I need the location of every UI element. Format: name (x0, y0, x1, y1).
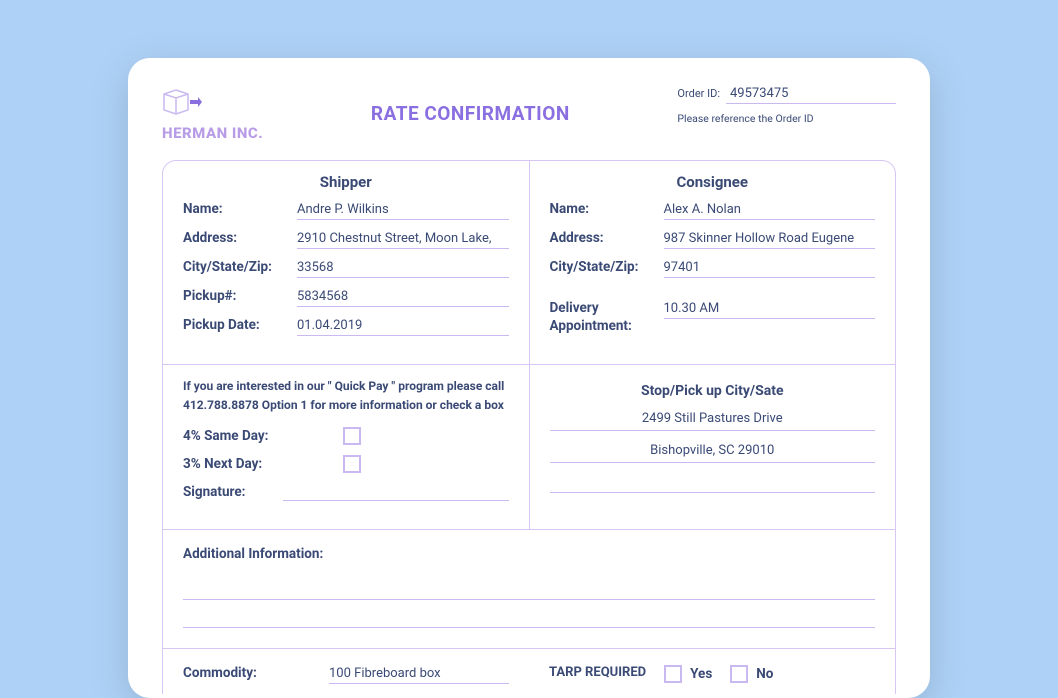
tarp-no-label: No (756, 666, 773, 682)
quickpay-section: If you are interested in our " Quick Pay… (163, 365, 530, 529)
company-name: HERMAN INC. (162, 124, 263, 142)
additional-info-label: Additional Information: (183, 546, 875, 562)
tarp-section: TARP REQUIRED Yes No (529, 649, 895, 694)
consignee-address-label: Address: (550, 230, 658, 246)
consignee-section: Consignee Name: Alex A. Nolan Address: 9… (530, 161, 896, 364)
consignee-name-label: Name: (550, 201, 658, 217)
commodity-section: Commodity: 100 Fibreboard box (163, 649, 529, 694)
signature-label: Signature: (183, 484, 283, 500)
commodity-label: Commodity: (183, 665, 323, 681)
order-id-label: Order ID: (677, 87, 720, 100)
consignee-delivery-value: 10.30 AM (664, 301, 876, 319)
stop-line-1: 2499 Still Pastures Drive (550, 411, 876, 431)
shipper-section: Shipper Name: Andre P. Wilkins Address: … (163, 161, 530, 364)
box-arrow-icon (162, 86, 202, 120)
order-id-value: 49573475 (726, 86, 896, 104)
shipper-address-value: 2910 Chestnut Street, Moon Lake, (297, 231, 509, 249)
tarp-no-checkbox[interactable] (730, 665, 748, 683)
quickpay-text: If you are interested in our " Quick Pay… (183, 377, 509, 415)
shipper-csz-label: City/State/Zip: (183, 259, 291, 275)
shipper-address-label: Address: (183, 230, 291, 246)
order-block: Order ID: 49573475 Please reference the … (677, 86, 896, 125)
consignee-csz-value: 97401 (664, 260, 876, 278)
shipper-pickupdate-value: 01.04.2019 (297, 318, 509, 336)
stop-section: Stop/Pick up City/Sate 2499 Still Pastur… (530, 365, 896, 529)
document-card: HERMAN INC. RATE CONFIRMATION Order ID: … (128, 58, 930, 698)
additional-info-section: Additional Information: (163, 530, 895, 648)
commodity-value: 100 Fibreboard box (329, 666, 509, 684)
shipper-pickup-label: Pickup#: (183, 288, 291, 304)
order-note: Please reference the Order ID (677, 112, 896, 125)
shipper-pickup-value: 5834568 (297, 289, 509, 307)
page-title: RATE CONFIRMATION (371, 102, 570, 125)
shipper-name-value: Andre P. Wilkins (297, 202, 509, 220)
additional-info-line-2[interactable] (183, 610, 875, 628)
company-logo-block: HERMAN INC. (162, 86, 263, 142)
consignee-address-value: 987 Skinner Hollow Road Eugene (664, 231, 876, 249)
tarp-label: TARP REQUIRED (549, 665, 646, 680)
stop-heading: Stop/Pick up City/Sate (550, 383, 876, 399)
stop-line-3 (550, 475, 876, 493)
shipper-heading: Shipper (183, 173, 509, 191)
shipper-pickupdate-label: Pickup Date: (183, 317, 291, 333)
shipper-csz-value: 33568 (297, 260, 509, 278)
consignee-heading: Consignee (550, 173, 876, 191)
signature-line[interactable] (283, 483, 509, 501)
consignee-delivery-label: Delivery Appointment: (550, 300, 658, 335)
consignee-csz-label: City/State/Zip: (550, 259, 658, 275)
quickpay-nextday-checkbox[interactable] (343, 455, 361, 473)
additional-info-line-1[interactable] (183, 582, 875, 600)
quickpay-option-2-label: 3% Next Day: (183, 456, 343, 472)
quickpay-option-1-label: 4% Same Day: (183, 428, 343, 444)
tarp-yes-checkbox[interactable] (664, 665, 682, 683)
consignee-name-value: Alex A. Nolan (664, 202, 876, 220)
stop-line-2: Bishopville, SC 29010 (550, 443, 876, 463)
shipper-name-label: Name: (183, 201, 291, 217)
quickpay-sameday-checkbox[interactable] (343, 427, 361, 445)
tarp-yes-label: Yes (690, 666, 712, 682)
form-container: Shipper Name: Andre P. Wilkins Address: … (162, 160, 896, 694)
